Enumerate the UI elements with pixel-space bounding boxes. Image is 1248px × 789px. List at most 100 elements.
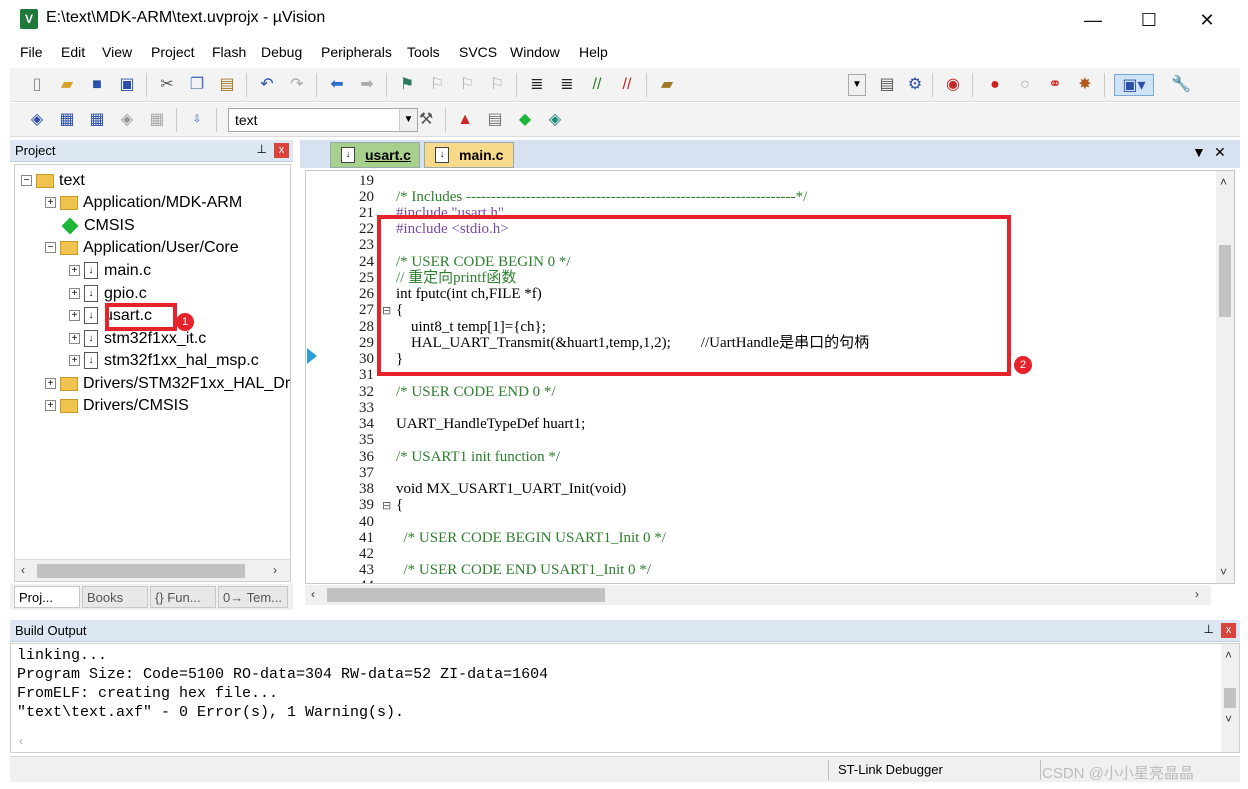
target-select[interactable]: text ▼ — [228, 108, 418, 132]
scroll-left-icon[interactable]: ‹ — [311, 587, 315, 601]
nav-back-icon[interactable]: ⬅ — [326, 74, 348, 96]
collapse-icon[interactable]: − — [45, 242, 56, 254]
close-tab-icon[interactable]: ✕ — [1214, 144, 1226, 161]
undo-icon[interactable]: ↶ — [256, 74, 278, 96]
tree-group-cmsis[interactable]: CMSIS — [61, 215, 135, 237]
debug-session-icon[interactable]: ◉ — [942, 74, 964, 96]
close-build-output-button[interactable]: x — [1221, 623, 1236, 638]
menu-window[interactable]: Window — [510, 44, 560, 60]
paste-icon[interactable]: ▤ — [216, 74, 238, 96]
tab-templates[interactable]: 0→ Tem... — [218, 586, 288, 608]
menu-file[interactable]: File — [20, 44, 43, 60]
disable-all-breakpoints-icon[interactable]: ⚭ — [1044, 74, 1066, 96]
tree-file-stm32f1xx-it-c[interactable]: + ↓ stm32f1xx_it.c — [69, 328, 206, 350]
maximize-button[interactable]: ☐ — [1126, 8, 1172, 32]
project-horizontal-scrollbar[interactable]: ‹ › — [15, 559, 290, 581]
breakpoint-icon[interactable]: ● — [984, 74, 1006, 96]
download-icon[interactable]: ⇩ — [186, 109, 208, 131]
expand-icon[interactable]: + — [69, 333, 80, 345]
scroll-down-icon[interactable]: ˅ — [1220, 565, 1227, 579]
tab-main-c[interactable]: ↓ main.c — [424, 142, 514, 168]
stop-build-icon[interactable]: ▦ — [146, 109, 168, 131]
tree-root-node[interactable]: − text — [21, 170, 85, 192]
menu-debug[interactable]: Debug — [261, 44, 302, 60]
find-in-files-icon[interactable]: ▰ — [656, 74, 678, 96]
fold-collapse-icon[interactable]: ⊟ — [382, 498, 391, 514]
tree-file-main-c[interactable]: + ↓ main.c — [69, 260, 151, 282]
tree-file-gpio-c[interactable]: + ↓ gpio.c — [69, 283, 147, 305]
tree-group-drivers-stm32f1xx-hal[interactable]: + Drivers/STM32F1xx_HAL_Dr — [45, 373, 290, 395]
expand-icon[interactable]: + — [69, 288, 80, 300]
cut-icon[interactable]: ✂ — [156, 74, 178, 96]
uncomment-icon[interactable]: // — [616, 74, 638, 96]
batch-build-icon[interactable]: ◈ — [116, 109, 138, 131]
editor-horizontal-scrollbar[interactable]: ‹ › — [305, 585, 1211, 605]
tree-file-stm32f1xx-hal-msp-c[interactable]: + ↓ stm32f1xx_hal_msp.c — [69, 350, 259, 372]
kill-breakpoints-icon[interactable]: ✸ — [1074, 74, 1096, 96]
scroll-left-icon[interactable]: ‹ — [19, 734, 23, 748]
clear-bookmarks-icon[interactable]: ⚐ — [486, 74, 508, 96]
nav-forward-icon[interactable]: ➡ — [356, 74, 378, 96]
menu-view[interactable]: View — [102, 44, 132, 60]
new-file-icon[interactable]: ▯ — [26, 74, 48, 96]
scrollbar-thumb[interactable] — [1224, 688, 1236, 708]
pin-icon[interactable]: ⊥ — [1204, 622, 1214, 636]
scroll-right-icon[interactable]: › — [1195, 587, 1199, 601]
menu-edit[interactable]: Edit — [61, 44, 85, 60]
target-options-icon[interactable]: ⚒ — [415, 109, 437, 131]
tab-list-dropdown-icon[interactable]: ▼ — [1192, 144, 1206, 160]
prev-bookmark-icon[interactable]: ⚐ — [426, 74, 448, 96]
tab-functions[interactable]: {} Fun... — [150, 586, 216, 608]
tree-group-application-user-core[interactable]: − Application/User/Core — [45, 237, 239, 259]
expand-icon[interactable]: + — [69, 265, 80, 277]
bookmark-icon[interactable]: ⚑ — [396, 74, 418, 96]
editor-vertical-scrollbar[interactable]: ˄ ˅ — [1216, 171, 1234, 583]
tab-project[interactable]: Proj... — [14, 586, 80, 608]
redo-icon[interactable]: ↷ — [286, 74, 308, 96]
output-vertical-scrollbar[interactable]: ˄ ˅ — [1221, 644, 1239, 752]
unindent-icon[interactable]: ≣ — [556, 74, 578, 96]
expand-icon[interactable]: + — [69, 355, 80, 367]
scroll-left-icon[interactable]: ‹ — [21, 563, 25, 577]
menu-tools[interactable]: Tools — [407, 44, 440, 60]
tree-group-application-mdk-arm[interactable]: + Application/MDK-ARM — [45, 192, 242, 214]
menu-help[interactable]: Help — [579, 44, 608, 60]
find-dropdown-icon[interactable]: ▼ — [848, 74, 866, 96]
collapse-icon[interactable]: − — [21, 175, 32, 187]
find-icon[interactable]: ▤ — [876, 74, 898, 96]
configure-icon[interactable]: 🔧 — [1170, 74, 1192, 96]
scrollbar-thumb[interactable] — [1219, 245, 1231, 317]
scroll-up-icon[interactable]: ˄ — [1220, 175, 1227, 189]
window-layout-icon[interactable]: ▣▾ — [1114, 74, 1154, 96]
comment-icon[interactable]: // — [586, 74, 608, 96]
copy-icon[interactable]: ❐ — [186, 74, 208, 96]
scroll-down-icon[interactable]: ˅ — [1225, 712, 1232, 726]
menu-project[interactable]: Project — [151, 44, 195, 60]
close-project-panel-button[interactable]: x — [274, 143, 289, 158]
pin-icon[interactable]: ⊥ — [257, 142, 267, 156]
menu-peripherals[interactable]: Peripherals — [321, 44, 392, 60]
rebuild-icon[interactable]: ▦ — [86, 109, 108, 131]
translate-icon[interactable]: ◈ — [26, 109, 48, 131]
expand-icon[interactable]: + — [45, 197, 56, 209]
file-extensions-icon[interactable]: ▤ — [484, 109, 506, 131]
run-time-env-icon[interactable]: ◆ — [514, 109, 536, 131]
tab-books[interactable]: Books — [82, 586, 148, 608]
disable-breakpoint-icon[interactable]: ○ — [1014, 74, 1036, 96]
expand-icon[interactable]: + — [45, 378, 56, 390]
next-bookmark-icon[interactable]: ⚐ — [456, 74, 478, 96]
build-output-pane[interactable]: linking... Program Size: Code=5100 RO-da… — [10, 643, 1240, 753]
expand-icon[interactable]: + — [69, 310, 80, 322]
expand-icon[interactable]: + — [45, 400, 56, 412]
scroll-right-icon[interactable]: › — [273, 563, 277, 577]
indent-icon[interactable]: ≣ — [526, 74, 548, 96]
scroll-up-icon[interactable]: ˄ — [1225, 648, 1232, 662]
save-icon[interactable]: ■ — [86, 74, 108, 96]
incremental-find-icon[interactable]: ⚙ — [904, 74, 926, 96]
open-folder-icon[interactable]: ▰ — [56, 74, 78, 96]
close-window-button[interactable]: ✕ — [1184, 8, 1230, 32]
save-all-icon[interactable]: ▣ — [116, 74, 138, 96]
menu-svcs[interactable]: SVCS — [459, 44, 497, 60]
scrollbar-thumb[interactable] — [327, 588, 605, 602]
tab-usart-c[interactable]: ↓ usart.c — [330, 142, 420, 168]
